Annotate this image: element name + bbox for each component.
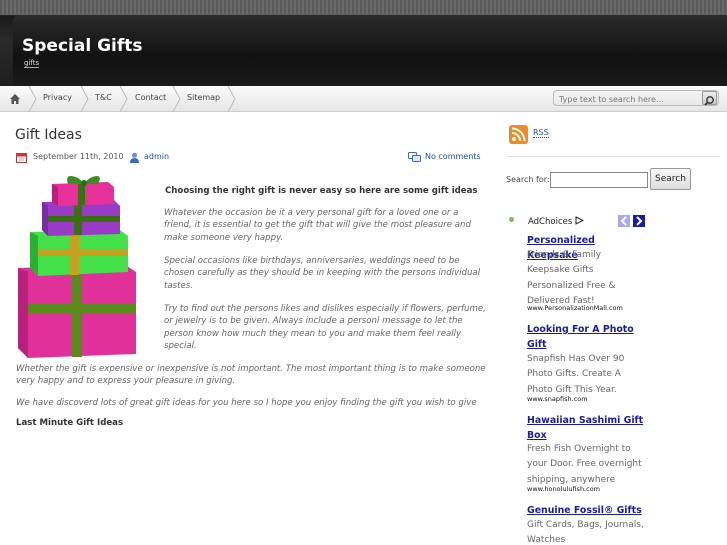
adchoices-icon [575, 216, 585, 225]
rss-link[interactable]: RSS [533, 128, 549, 138]
adchoices-label[interactable]: AdChoices [528, 216, 585, 227]
ad-title[interactable]: Genuine Fossil® Gifts [527, 503, 645, 518]
nav-separator [28, 86, 37, 112]
nav-item-contact[interactable]: Contact [135, 86, 166, 112]
post-comments-link[interactable]: No comments [425, 152, 481, 161]
sidebar-divider [506, 156, 720, 157]
ad-url[interactable]: www.honolulufish.com [527, 485, 600, 493]
ad-body[interactable]: Gift Cards, Bags, Journals, Watches [527, 518, 645, 545]
site-description: gifts [24, 59, 40, 68]
ad-body[interactable]: Friends & Family Keepsake Gifts Personal… [527, 248, 645, 310]
nav-item-sitemap[interactable]: Sitemap [187, 86, 220, 112]
post-date: September 11th, 2010 [33, 152, 124, 161]
top-search-input[interactable] [553, 90, 719, 106]
sidebar-search-input[interactable] [550, 172, 648, 188]
nav-separator [172, 86, 181, 112]
search-label: Search for: [506, 175, 550, 184]
ad-body[interactable]: Fresh Fish Overnight to your Door. Free … [527, 442, 645, 488]
post-intro-heading: Choosing the right gift is never easy so… [165, 186, 478, 196]
ad-title[interactable]: Hawaiian Sashimi Gift Box [527, 413, 645, 443]
ad-body[interactable]: Snapfish Has Over 90 Photo Gifts. Create… [527, 352, 645, 398]
site-title[interactable]: Special Gifts [22, 36, 143, 56]
rss-icon[interactable] [509, 125, 528, 144]
top-search-button[interactable] [702, 91, 717, 106]
nav-item-tc[interactable]: T&C [95, 86, 112, 112]
comment-icon [408, 152, 421, 162]
nav-separator [227, 86, 236, 112]
list-bullet [509, 217, 514, 222]
post-paragraph: Try to find out the persons likes and di… [164, 304, 486, 352]
home-icon[interactable] [9, 93, 21, 105]
ad-prev-arrow-icon[interactable] [618, 215, 630, 227]
nav-separator [80, 86, 89, 112]
user-icon [130, 152, 139, 163]
calendar-icon [16, 153, 27, 163]
post-paragraph: Whatever the occasion be it a very perso… [164, 208, 471, 243]
nav-item-privacy[interactable]: Privacy [43, 86, 72, 112]
ad-title[interactable]: Looking For A Photo Gift [527, 322, 645, 352]
nav-separator [119, 86, 128, 112]
ad-url[interactable]: www.snapfish.com [527, 395, 588, 403]
gift-stack-image [16, 172, 147, 358]
ad-url[interactable]: www.PersonalizationMall.com [527, 304, 623, 312]
post-author[interactable]: admin [144, 152, 169, 161]
adchoices-text: AdChoices [528, 217, 573, 227]
post-paragraph: We have discoverd lots of great gift ide… [16, 398, 477, 408]
search-icon [704, 96, 714, 106]
search-button[interactable]: Search [650, 168, 691, 190]
ad-next-arrow-icon[interactable] [633, 215, 645, 227]
header-stripe [0, 0, 727, 15]
post-title[interactable]: Gift Ideas [15, 127, 82, 143]
post-subheading: Last Minute Gift Ideas [16, 418, 124, 428]
post-paragraph: Whether the gift is expensive or inexpen… [16, 364, 486, 387]
post-paragraph: Special occasions like birthdays, annive… [164, 256, 481, 291]
